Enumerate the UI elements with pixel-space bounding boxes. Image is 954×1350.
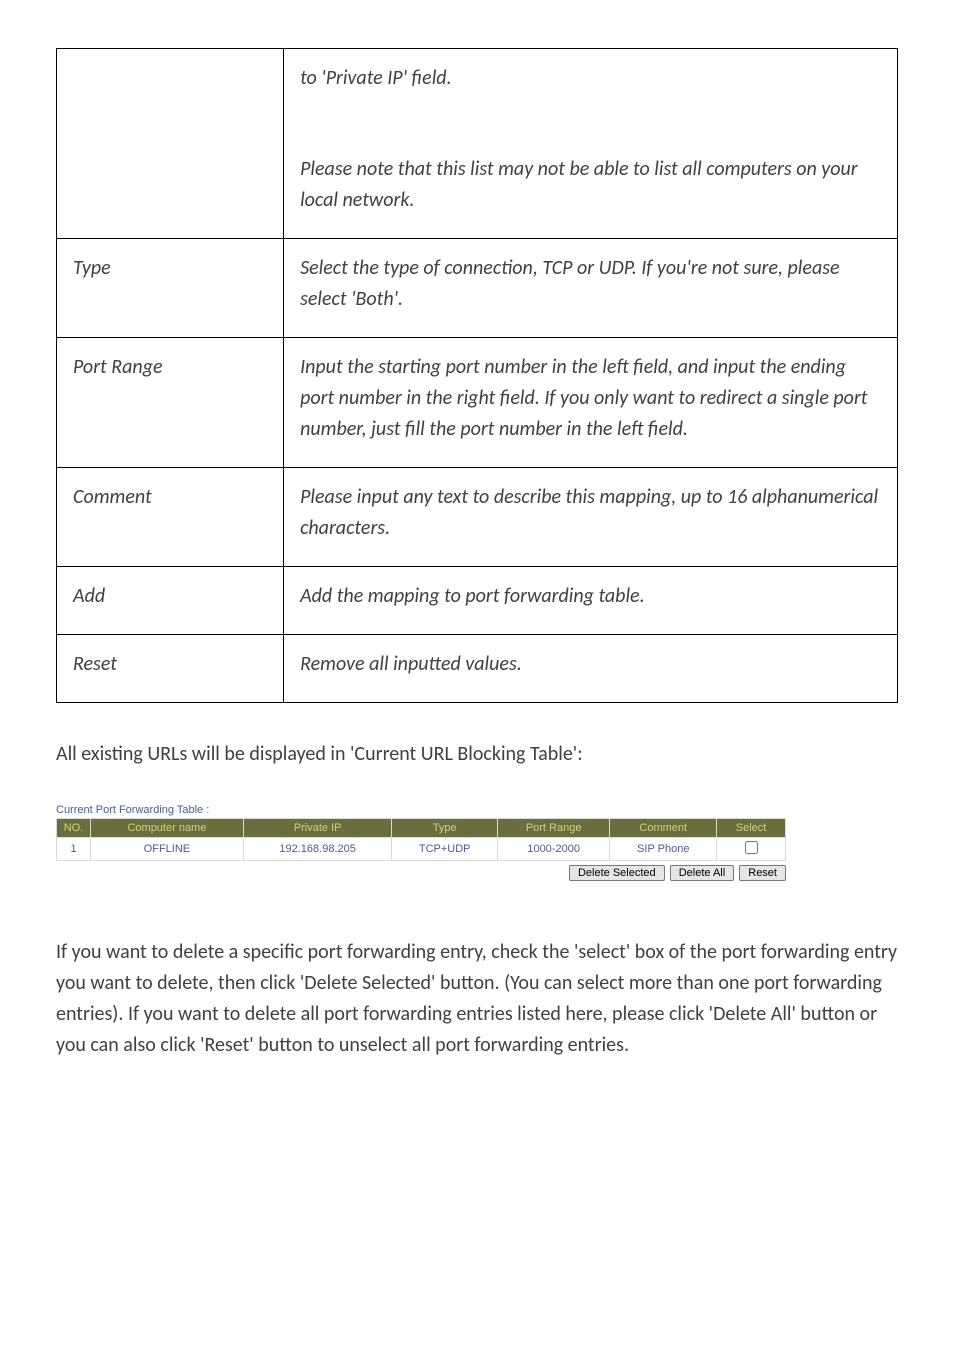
pf-cell-computer-name: OFFLINE [91, 838, 244, 861]
delete-all-button[interactable]: Delete All [670, 865, 734, 881]
pf-header-select: Select [717, 819, 786, 838]
pf-header-type: Type [392, 819, 497, 838]
pf-cell-port-range: 1000-2000 [497, 838, 609, 861]
pf-header-no: NO. [57, 819, 91, 838]
pf-cell-type: TCP+UDP [392, 838, 497, 861]
pf-cell-comment: SIP Phone [610, 838, 717, 861]
definition-desc: Input the starting port number in the le… [284, 338, 898, 468]
reset-button[interactable]: Reset [739, 865, 786, 881]
pf-table: NO. Computer name Private IP Type Port R… [56, 818, 786, 861]
definition-row: Type Select the type of connection, TCP … [57, 239, 898, 338]
definition-term: Comment [57, 468, 284, 567]
after-table-text: All existing URLs will be displayed in '… [56, 739, 898, 770]
definition-desc: Please input any text to describe this m… [284, 468, 898, 567]
definition-term: Port Range [57, 338, 284, 468]
pf-cell-no: 1 [57, 838, 91, 861]
definition-row: Reset Remove all inputted values. [57, 635, 898, 703]
pf-buttons: Delete Selected Delete All Reset [56, 861, 786, 881]
definition-term: Type [57, 239, 284, 338]
pf-header-comment: Comment [610, 819, 717, 838]
pf-header-port-range: Port Range [497, 819, 609, 838]
definition-term [57, 49, 284, 239]
definition-desc: Remove all inputted values. [284, 635, 898, 703]
definition-row: Port Range Input the starting port numbe… [57, 338, 898, 468]
pf-header-private-ip: Private IP [243, 819, 392, 838]
definition-desc: Select the type of connection, TCP or UD… [284, 239, 898, 338]
pf-caption: Current Port Forwarding Table : [56, 804, 786, 818]
definition-desc: to 'Private IP' field. Please note that … [284, 49, 898, 239]
pf-cell-private-ip: 192.168.98.205 [243, 838, 392, 861]
pf-header-row: NO. Computer name Private IP Type Port R… [57, 819, 786, 838]
definitions-table: to 'Private IP' field. Please note that … [56, 48, 898, 703]
definition-desc: Add the mapping to port forwarding table… [284, 567, 898, 635]
bottom-paragraph: If you want to delete a specific port fo… [56, 937, 898, 1061]
select-row-checkbox[interactable] [745, 841, 758, 854]
definition-row: Comment Please input any text to describ… [57, 468, 898, 567]
definition-line: to 'Private IP' field. [300, 66, 452, 90]
pf-data-row: 1 OFFLINE 192.168.98.205 TCP+UDP 1000-20… [57, 838, 786, 861]
definition-term: Add [57, 567, 284, 635]
definition-line: Please note that this list may not be ab… [300, 157, 858, 212]
port-forwarding-widget: Current Port Forwarding Table : NO. Comp… [56, 804, 786, 881]
spacer [300, 94, 881, 154]
delete-selected-button[interactable]: Delete Selected [569, 865, 665, 881]
pf-cell-select [717, 838, 786, 861]
pf-header-computer-name: Computer name [91, 819, 244, 838]
definition-row: Add Add the mapping to port forwarding t… [57, 567, 898, 635]
definition-term: Reset [57, 635, 284, 703]
definition-row: to 'Private IP' field. Please note that … [57, 49, 898, 239]
